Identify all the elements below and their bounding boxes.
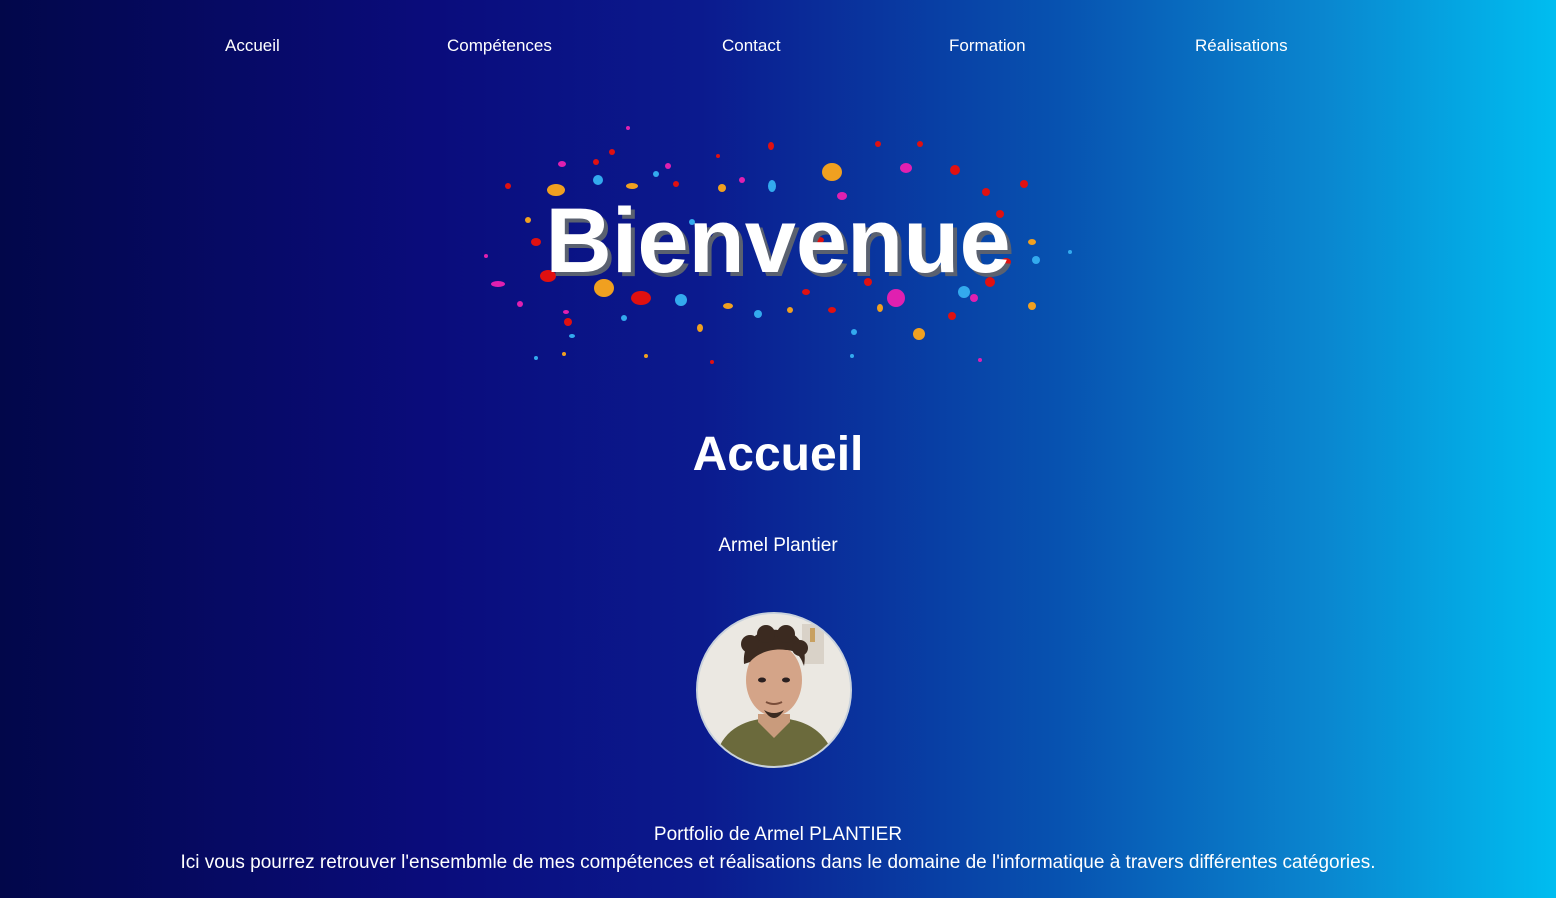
intro-line-description: Ici vous pourrez retrouver l'ensembmle d… [180, 852, 1376, 873]
profile-photo [696, 612, 852, 768]
page-title: Accueil [692, 428, 864, 481]
nav-link-competences[interactable]: Compétences [447, 34, 552, 58]
nav-link-accueil[interactable]: Accueil [225, 34, 280, 58]
welcome-banner-image: Bienvenue Bienvenue [476, 122, 1080, 372]
nav-link-realisations[interactable]: Réalisations [1195, 34, 1288, 58]
author-name: Armel Plantier [718, 535, 838, 556]
intro-line-portfolio: Portfolio de Armel PLANTIER [653, 824, 903, 845]
nav-link-formation[interactable]: Formation [949, 34, 1026, 58]
intro-text: Portfolio de Armel PLANTIER Ici vous pou… [0, 821, 1556, 877]
banner-text: Bienvenue [545, 190, 1010, 292]
main-navigation: Accueil Compétences Contact Formation Ré… [0, 34, 1556, 58]
nav-link-contact[interactable]: Contact [722, 34, 781, 58]
confetti-banner: Bienvenue Bienvenue [484, 126, 1072, 364]
profile-photo-illustration [698, 614, 850, 766]
